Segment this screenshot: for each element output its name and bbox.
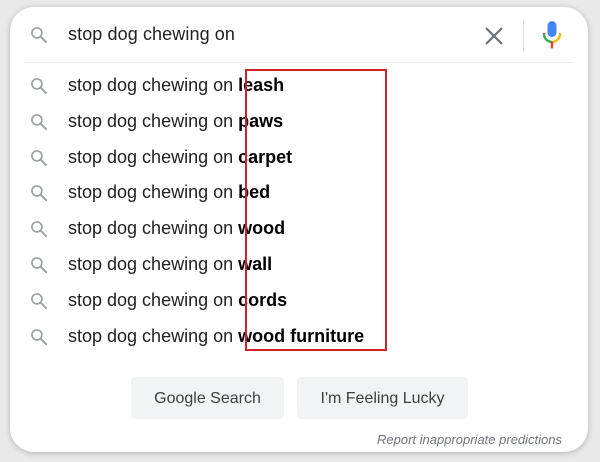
suggestion-item[interactable]: stop dog chewing on wall (10, 247, 588, 283)
suggestion-completion: paws (238, 110, 284, 131)
suggestion-prefix: stop dog chewing on (68, 218, 239, 239)
suggestion-completion: carpet (238, 146, 293, 167)
search-icon (31, 27, 48, 44)
search-icon (31, 328, 48, 345)
search-icon (31, 149, 48, 166)
mic-icon[interactable] (541, 20, 563, 50)
suggestion-item[interactable]: stop dog chewing on carpet (10, 140, 588, 176)
divider (24, 62, 574, 63)
suggestion-completion: wall (238, 253, 273, 274)
suggestion-item[interactable]: stop dog chewing on wood furniture (10, 319, 588, 355)
suggestion-text: stop dog chewing on bed (68, 175, 270, 211)
search-icon (31, 257, 48, 274)
suggestion-completion: wood (238, 218, 286, 239)
suggestion-text: stop dog chewing on leash (68, 68, 284, 104)
suggestion-completion: wood furniture (238, 325, 365, 346)
suggestion-item[interactable]: stop dog chewing on paws (10, 104, 588, 140)
suggestion-prefix: stop dog chewing on (68, 253, 239, 274)
feeling-lucky-button[interactable]: I'm Feeling Lucky (297, 377, 468, 419)
suggestion-item[interactable]: stop dog chewing on bed (10, 175, 588, 211)
suggestion-completion: bed (238, 182, 271, 203)
search-icon (31, 78, 48, 95)
suggestion-item[interactable]: stop dog chewing on wood (10, 211, 588, 247)
suggestion-prefix: stop dog chewing on (68, 110, 239, 131)
search-icon (31, 185, 48, 202)
suggestion-text: stop dog chewing on carpet (68, 140, 292, 176)
search-bar[interactable]: stop dog chewing on (10, 7, 588, 62)
suggestion-text: stop dog chewing on wood furniture (68, 319, 364, 355)
search-card: stop dog chewing on stop dog chewing on … (10, 7, 588, 452)
suggestion-prefix: stop dog chewing on (68, 75, 239, 95)
suggestion-completion: cords (238, 289, 288, 310)
suggestion-item[interactable]: stop dog chewing on leash (10, 68, 588, 104)
suggestion-prefix: stop dog chewing on (68, 289, 239, 310)
divider (523, 19, 524, 51)
suggestion-completion: leash (238, 75, 285, 95)
suggestions-list: stop dog chewing on leash stop dog chewi… (10, 68, 588, 354)
suggestion-prefix: stop dog chewing on (68, 182, 239, 203)
search-icon (31, 221, 48, 238)
suggestion-item[interactable]: stop dog chewing on cords (10, 283, 588, 319)
google-search-button[interactable]: Google Search (131, 377, 284, 419)
search-input[interactable]: stop dog chewing on (68, 7, 235, 62)
suggestion-prefix: stop dog chewing on (68, 325, 239, 346)
search-icon (31, 113, 48, 130)
report-predictions-link[interactable]: Report inappropriate predictions (377, 432, 562, 447)
button-row: Google Search I'm Feeling Lucky (10, 377, 588, 419)
suggestion-text: stop dog chewing on wall (68, 247, 272, 283)
suggestion-text: stop dog chewing on paws (68, 104, 283, 140)
suggestion-prefix: stop dog chewing on (68, 146, 239, 167)
suggestion-text: stop dog chewing on wood (68, 211, 285, 247)
suggestion-text: stop dog chewing on cords (68, 283, 287, 319)
search-icon (31, 292, 48, 309)
close-icon[interactable] (483, 25, 505, 47)
